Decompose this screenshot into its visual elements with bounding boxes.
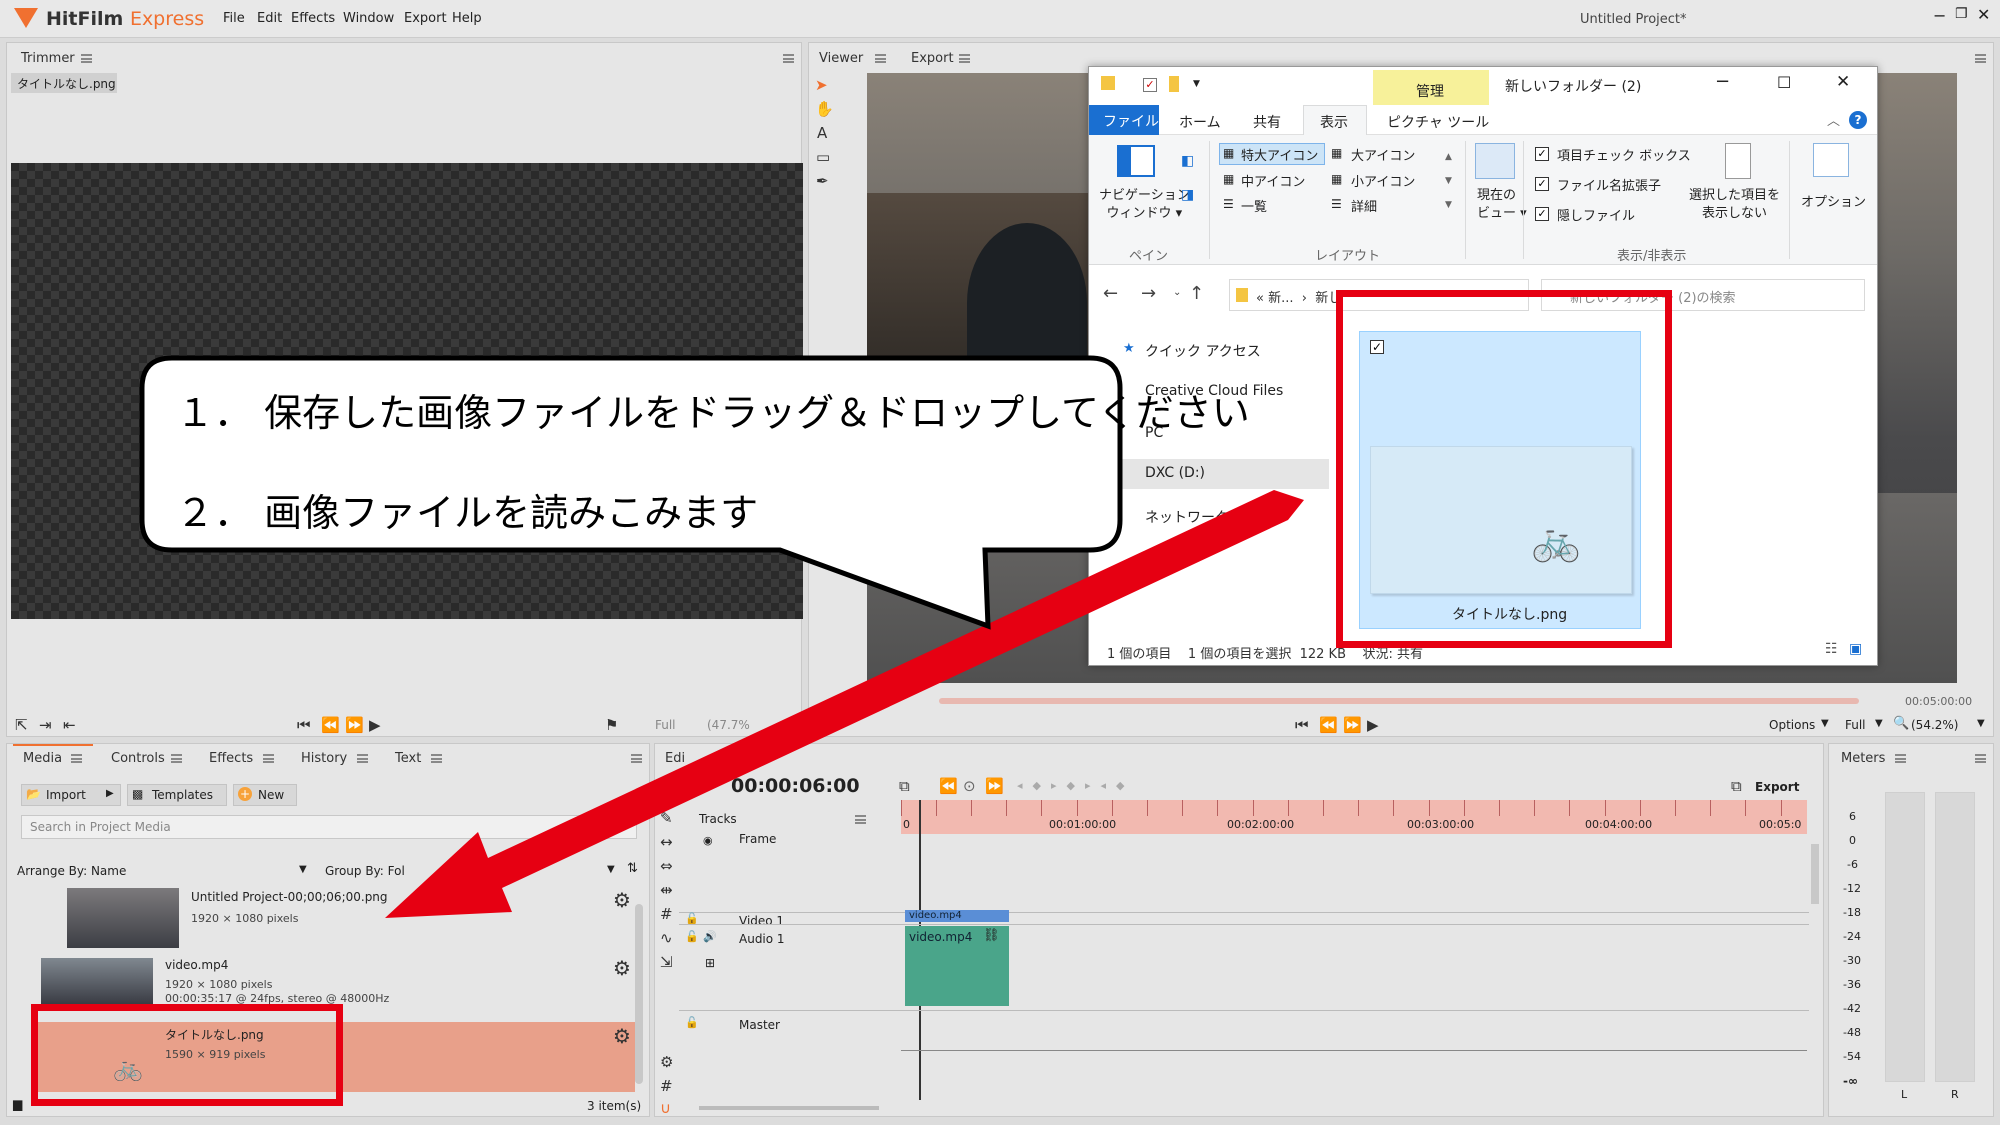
callout-line-1: １． 保存した画像ファイルをドラッグ＆ドロップしてください: [176, 391, 1250, 435]
callout-line-2: ２． 画像ファイルを読みこみます: [176, 491, 759, 535]
drag-arrow-overlay: [139, 355, 1304, 918]
explorer-file-highlight: [1336, 290, 1672, 648]
